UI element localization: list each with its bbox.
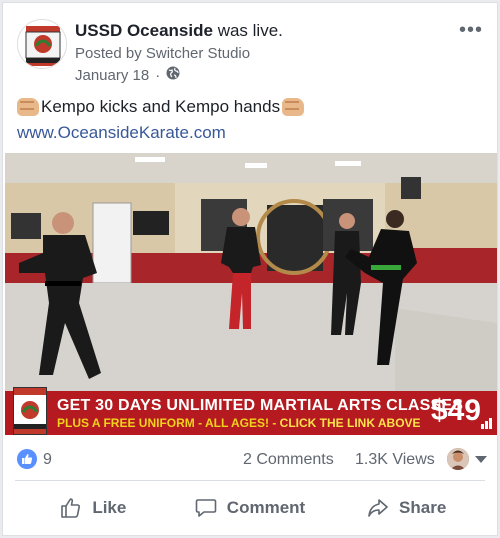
post-text: Kempo kicks and Kempo hands <box>17 97 305 117</box>
post-link[interactable]: www.OceansideKarate.com <box>17 123 226 143</box>
school-logo <box>13 387 47 435</box>
comments-count[interactable]: 2 Comments <box>243 451 334 469</box>
globe-icon[interactable] <box>166 66 180 84</box>
comment-label: Comment <box>226 498 306 517</box>
comment-button[interactable]: Comment <box>172 485 329 531</box>
post-header: USSD Oceanside was live. Posted by Switc… <box>17 13 485 84</box>
thumbs-up-icon <box>61 498 81 518</box>
posted-by: Posted by Switcher Studio <box>75 45 251 62</box>
meta-separator: · <box>155 66 161 84</box>
engagement-stats: 9 2 Comments 1.3K Views <box>17 447 487 475</box>
like-reaction-icon[interactable] <box>17 449 37 469</box>
chevron-down-icon[interactable] <box>475 456 487 463</box>
viewer-avatar[interactable] <box>447 448 469 470</box>
promo-offer: PLUS A FREE UNIFORM - ALL AGES! - <box>57 416 280 430</box>
post-message: Kempo kicks and Kempo hands <box>41 97 281 116</box>
more-options-button[interactable]: ••• <box>459 19 483 42</box>
promo-price: $49 <box>430 394 481 427</box>
promo-banner[interactable]: GET 30 DAYS UNLIMITED MARTIAL ARTS CLASS… <box>5 387 497 435</box>
video-player[interactable]: GET 30 DAYS UNLIMITED MARTIAL ARTS CLASS… <box>5 153 497 435</box>
share-button[interactable]: Share <box>328 485 485 531</box>
like-label: Like <box>92 498 127 517</box>
post-date[interactable]: January 18 <box>75 67 149 84</box>
signal-bars-icon <box>481 417 493 429</box>
share-label: Share <box>399 498 447 517</box>
page-avatar[interactable] <box>17 19 67 69</box>
like-button[interactable]: Like <box>15 485 172 531</box>
post-card: USSD Oceanside was live. Posted by Switc… <box>2 2 498 536</box>
promo-subline: PLUS A FREE UNIFORM - ALL AGES! - CLICK … <box>57 416 421 430</box>
promo-headline: GET 30 DAYS UNLIMITED MARTIAL ARTS CLASS… <box>57 397 464 414</box>
fist-bump-emoji <box>17 98 39 116</box>
speech-bubble-icon <box>195 499 217 517</box>
divider <box>15 480 485 481</box>
like-count[interactable]: 9 <box>43 451 52 469</box>
promo-cta: CLICK THE LINK ABOVE <box>279 416 421 430</box>
share-arrow-icon <box>368 499 388 517</box>
fist-bump-emoji <box>282 98 305 116</box>
views-count[interactable]: 1.3K Views <box>355 451 435 469</box>
post-actions: Like Comment Share <box>15 485 485 531</box>
post-meta: January 18 · <box>75 66 180 84</box>
post-title-line: USSD Oceanside was live. <box>75 21 283 41</box>
post-status: was live. <box>217 21 283 40</box>
page-name-link[interactable]: USSD Oceanside <box>75 21 213 40</box>
